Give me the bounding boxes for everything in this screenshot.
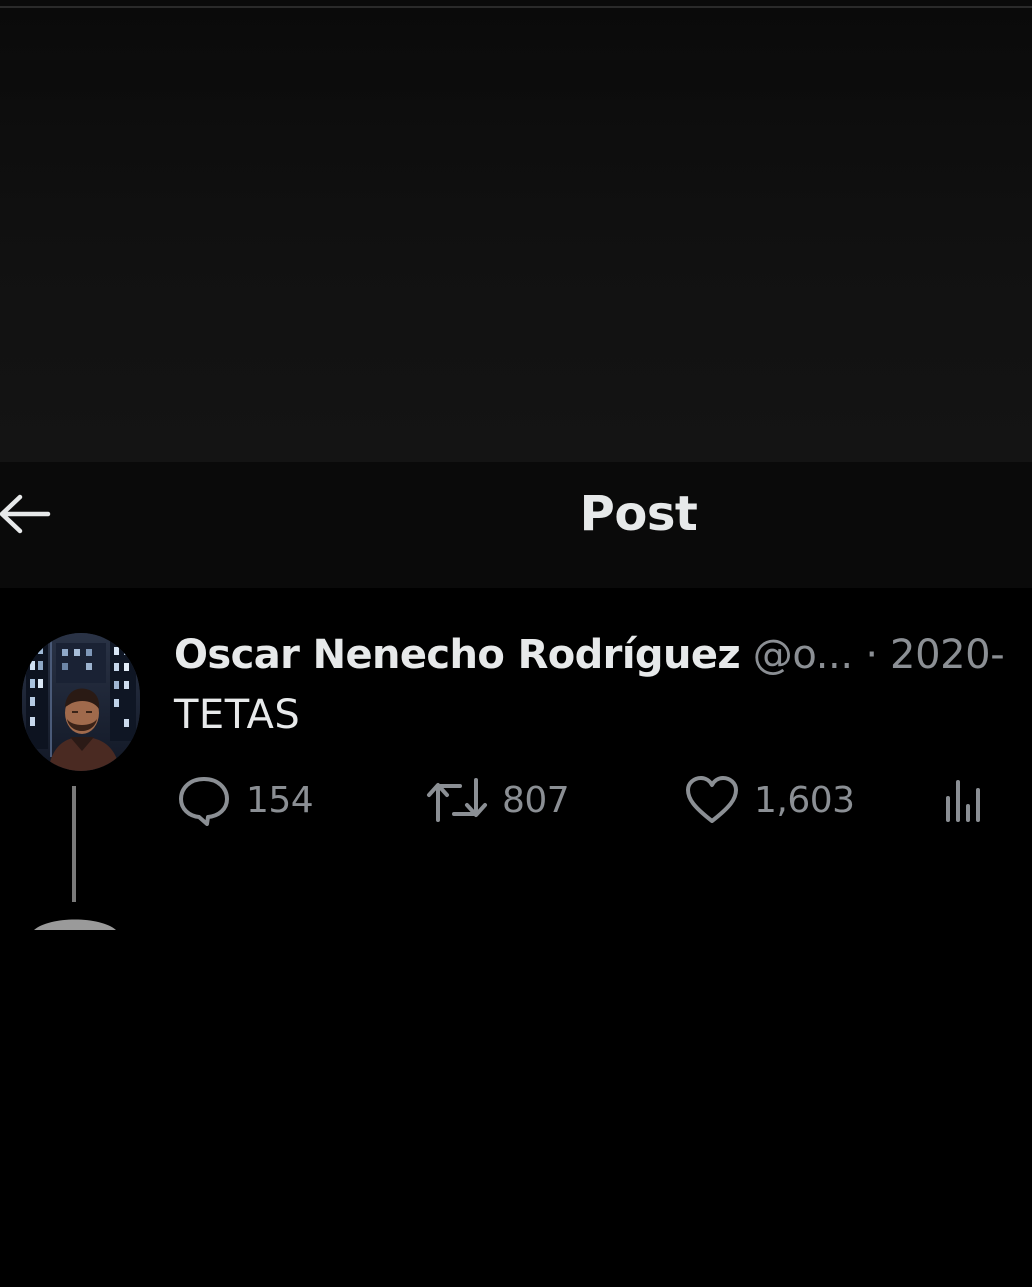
page-title: Post <box>579 486 698 542</box>
analytics-icon <box>942 774 990 826</box>
comment-icon <box>176 774 232 826</box>
retweet-count: 807 <box>502 779 570 821</box>
heart-icon <box>684 774 740 826</box>
thread-end-cap <box>34 914 116 930</box>
tweet-actions: 154 807 1,603 <box>0 770 1032 830</box>
profile-photo <box>22 633 140 771</box>
author-name[interactable]: Oscar Nenecho Rodríguez <box>174 632 741 678</box>
tweet-header: Oscar Nenecho Rodríguez @o... · 2020- <box>174 628 1032 682</box>
like-button[interactable]: 1,603 <box>684 770 855 830</box>
like-count: 1,603 <box>754 779 855 821</box>
retweet-button[interactable]: 807 <box>426 770 570 830</box>
reply-button[interactable]: 154 <box>176 770 314 830</box>
reply-count: 154 <box>246 779 314 821</box>
retweet-icon <box>426 776 488 824</box>
tweet-text: TETAS <box>174 692 301 738</box>
avatar[interactable] <box>22 633 140 771</box>
views-button[interactable] <box>942 770 990 830</box>
author-handle[interactable]: @o... <box>753 632 853 678</box>
post-date[interactable]: · 2020- <box>865 632 1004 678</box>
top-blank-area <box>0 0 1032 462</box>
